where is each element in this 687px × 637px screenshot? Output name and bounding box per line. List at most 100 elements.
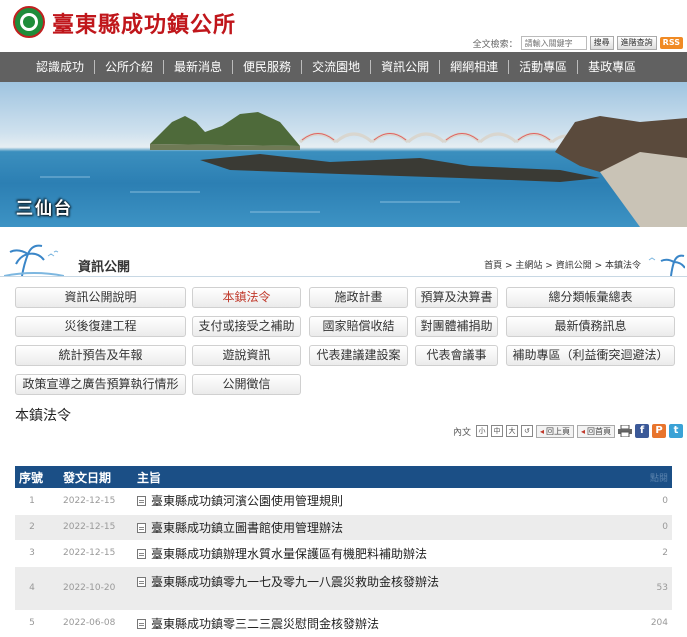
row-date: 2022-12-15 (49, 514, 133, 541)
category-conflict-of-interest[interactable]: 補助專區（利益衝突迴避法） (506, 345, 675, 366)
site-header: 臺東縣成功鎮公所 全文檢索： 搜尋 進階查詢 RSS (0, 0, 687, 52)
back-button[interactable]: 回上頁 (535, 424, 574, 438)
category-lobbying[interactable]: 遊說資訊 (192, 345, 301, 366)
row-views: 2 (620, 540, 672, 567)
nav-item-about-chenggong[interactable]: 認識成功 (36, 60, 94, 74)
section-header: 資訊公開 首頁 > 主網站 > 資訊公開 > 本鎮法令 (0, 236, 687, 277)
nav-item-public-info[interactable]: 資訊公開 (370, 60, 439, 74)
search-area: 全文檢索： 搜尋 進階查詢 RSS (473, 36, 683, 50)
row-number: 2 (15, 514, 49, 541)
column-header-subject[interactable]: 主旨 (133, 466, 620, 488)
row-date: 2022-12-15 (49, 540, 133, 567)
column-header-views[interactable]: 點閱 (620, 466, 672, 488)
row-subject-link[interactable]: 臺東縣成功鎮辦理水質水量保護區有機肥料補助辦法 (151, 547, 427, 561)
section-title: 資訊公開 (78, 260, 131, 275)
row-subject: 臺東縣成功鎮辦理水質水量保護區有機肥料補助辦法 (133, 540, 620, 567)
font-size-large-button[interactable]: 大 (505, 425, 518, 437)
font-size-small-button[interactable]: 小 (475, 425, 488, 437)
nav-item-events[interactable]: 活動專區 (508, 60, 577, 74)
breadcrumb-public-info[interactable]: 資訊公開 (556, 261, 592, 271)
banner-image: 三仙台 (0, 82, 687, 227)
row-number: 4 (15, 566, 49, 611)
row-views: 0 (620, 514, 672, 541)
nav-item-services[interactable]: 便民服務 (232, 60, 301, 74)
content-toolbar: 內文 小 中 大 ↺ 回上頁 回首頁 f P t (453, 423, 683, 439)
search-button[interactable]: 搜尋 (589, 36, 614, 50)
row-subject: 臺東縣成功鎮零三二三震災慰問金核發辦法 (133, 610, 620, 637)
coastline-bridge-illustration (40, 112, 687, 227)
row-number: 1 (15, 488, 49, 515)
row-views: 53 (620, 566, 672, 611)
town-emblem-logo[interactable] (13, 6, 45, 38)
table-header-row: 序號 發文日期 主旨 點閱 (15, 466, 672, 488)
font-size-reset-icon[interactable]: ↺ (520, 425, 533, 437)
text-size-label: 內文 (452, 427, 471, 438)
row-views: 204 (620, 610, 672, 637)
category-subsidies[interactable]: 支付或接受之補助 (192, 316, 301, 337)
row-number: 3 (15, 540, 49, 567)
row-subject-link[interactable]: 臺東縣成功鎮河濱公園使用管理規則 (151, 494, 343, 508)
table-row: 3 2022-12-15 臺東縣成功鎮辦理水質水量保護區有機肥料補助辦法 2 (15, 540, 672, 567)
breadcrumb-current: 本鎮法令 (604, 261, 641, 271)
twitter-icon[interactable]: t (669, 424, 683, 438)
category-ad-budget[interactable]: 政策宣導之廣告預算執行情形 (15, 374, 186, 395)
category-debt-info[interactable]: 最新債務訊息 (506, 316, 675, 337)
table-row: 1 2022-12-15 臺東縣成功鎮河濱公園使用管理規則 0 (15, 488, 672, 515)
table-row: 5 2022-06-08 臺東縣成功鎮零三二三震災慰問金核發辦法 204 (15, 610, 672, 637)
category-statistics[interactable]: 統計預告及年報 (15, 345, 186, 366)
document-icon (137, 548, 146, 559)
regulations-table: 序號 發文日期 主旨 點閱 1 2022-12-15 臺東縣成功鎮河濱公園使用管… (15, 466, 672, 637)
nav-item-community[interactable]: 交流園地 (301, 60, 370, 74)
document-icon (137, 496, 146, 507)
document-icon (137, 576, 146, 587)
row-date: 2022-06-08 (49, 610, 133, 637)
category-budget-reports[interactable]: 預算及決算書 (415, 287, 498, 308)
home-button[interactable]: 回首頁 (576, 424, 615, 438)
column-header-date[interactable]: 發文日期 (49, 466, 133, 488)
row-subject-link[interactable]: 臺東縣成功鎮立圖書館使用管理辦法 (151, 521, 343, 535)
row-subject: 臺東縣成功鎮立圖書館使用管理辦法 (133, 514, 620, 541)
row-subject-link[interactable]: 臺東縣成功鎮零九一七及零九一八震災救助金核發辦法 (151, 575, 439, 589)
document-icon (137, 618, 146, 629)
row-views: 0 (620, 488, 672, 515)
palm-tree-small-icon (648, 254, 685, 276)
category-group-donations[interactable]: 對團體補捐助 (415, 316, 498, 337)
row-subject-link[interactable]: 臺東縣成功鎮零三二三震災慰問金核發辦法 (151, 617, 379, 631)
rss-icon[interactable]: RSS (659, 37, 683, 49)
search-input[interactable] (520, 36, 587, 50)
site-title[interactable]: 臺東縣成功鎮公所 (52, 7, 236, 39)
row-date: 2022-10-20 (49, 566, 133, 611)
font-size-medium-button[interactable]: 中 (490, 425, 503, 437)
row-subject: 臺東縣成功鎮零九一七及零九一八震災救助金核發辦法 (133, 566, 620, 611)
search-label: 全文檢索： (472, 39, 518, 50)
nav-item-links[interactable]: 網網相連 (439, 60, 508, 74)
nav-item-admin[interactable]: 基政專區 (577, 60, 646, 74)
main-nav: 認識成功 公所介紹 最新消息 便民服務 交流園地 資訊公開 網網相連 活動專區 … (0, 52, 687, 82)
column-header-no[interactable]: 序號 (15, 466, 49, 488)
palm-tree-decoration-icon (4, 244, 64, 277)
category-general-ledger[interactable]: 總分類帳彙總表 (506, 287, 675, 308)
category-town-regulations[interactable]: 本鎮法令 (192, 287, 301, 308)
banner-caption: 三仙台 (16, 199, 73, 219)
print-icon[interactable] (618, 424, 632, 438)
row-number: 5 (15, 610, 49, 637)
page-title: 本鎮法令 (15, 408, 71, 424)
advanced-search-button[interactable]: 進階查詢 (616, 36, 657, 50)
plurk-icon[interactable]: P (652, 424, 666, 438)
category-public-donations[interactable]: 公開徵信 (192, 374, 301, 395)
row-subject: 臺東縣成功鎮河濱公園使用管理規則 (133, 488, 620, 515)
nav-item-latest-news[interactable]: 最新消息 (163, 60, 232, 74)
nav-item-office-intro[interactable]: 公所介紹 (94, 60, 163, 74)
category-council-proposals[interactable]: 代表建議建設案 (309, 345, 408, 366)
table-row: 2 2022-12-15 臺東縣成功鎮立圖書館使用管理辦法 0 (15, 514, 672, 541)
facebook-icon[interactable]: f (635, 424, 649, 438)
breadcrumb-home[interactable]: 首頁 (484, 261, 502, 271)
category-disaster-reconstruction[interactable]: 災後復建工程 (15, 316, 186, 337)
category-council-minutes[interactable]: 代表會議事 (415, 345, 498, 366)
row-date: 2022-12-15 (49, 488, 133, 515)
breadcrumb-main-site[interactable]: 主網站 (515, 261, 542, 271)
breadcrumb: 首頁 > 主網站 > 資訊公開 > 本鎮法令 (484, 261, 641, 271)
category-public-info-notes[interactable]: 資訊公開說明 (15, 287, 186, 308)
category-policy-plans[interactable]: 施政計畫 (309, 287, 408, 308)
category-state-compensation[interactable]: 國家賠償收結 (309, 316, 408, 337)
